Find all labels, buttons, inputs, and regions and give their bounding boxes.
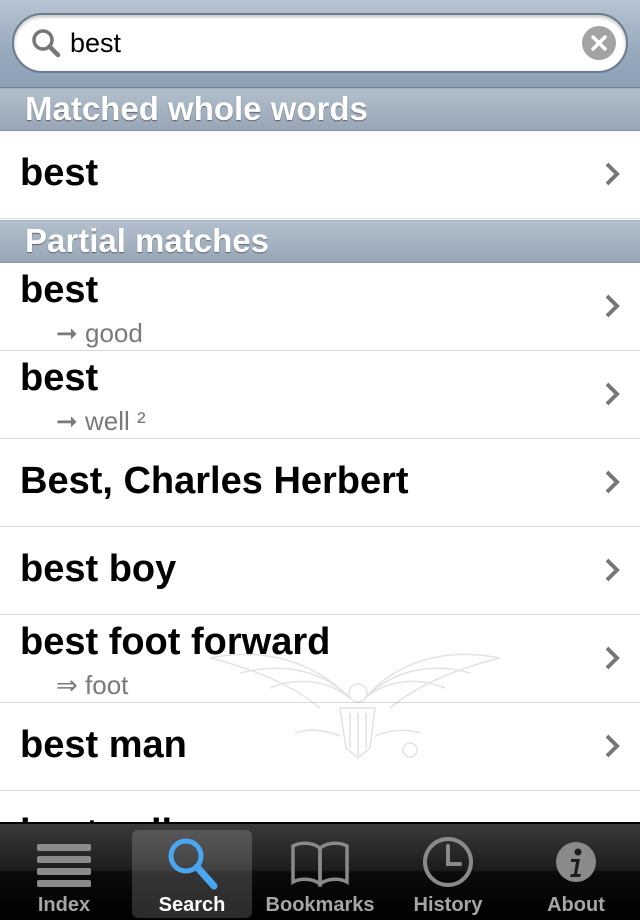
info-icon xyxy=(556,842,596,882)
tab-label: Bookmarks xyxy=(265,894,375,916)
search-icon xyxy=(32,29,61,58)
tab-label: History xyxy=(413,894,483,916)
result-crossref: ⇒ foot xyxy=(56,670,129,700)
clock-icon xyxy=(423,837,473,887)
index-icon xyxy=(37,844,91,887)
close-icon xyxy=(591,35,607,51)
section-header-whole-words: Matched whole words xyxy=(0,88,640,131)
result-row[interactable]: Best, Charles Herbert xyxy=(0,439,640,527)
search-input[interactable] xyxy=(70,21,530,65)
tab-label: Search xyxy=(158,894,226,916)
result-row[interactable]: best boy xyxy=(0,527,640,615)
result-row[interactable]: best man xyxy=(0,703,640,791)
tab-label: Index xyxy=(37,894,91,916)
result-row[interactable]: best foot forward ⇒ foot xyxy=(0,615,640,703)
chevron-right-icon xyxy=(605,382,620,406)
chevron-right-icon xyxy=(605,646,620,670)
result-title: best xyxy=(20,269,99,311)
search-field[interactable] xyxy=(12,13,628,73)
result-title: best foot forward xyxy=(20,621,331,663)
chevron-right-icon xyxy=(605,734,620,758)
book-icon xyxy=(291,841,349,888)
chevron-right-icon xyxy=(605,558,620,582)
chevron-right-icon xyxy=(605,294,620,318)
search-bar xyxy=(0,0,640,88)
result-title: best xyxy=(20,152,99,194)
result-crossref: ➞ good xyxy=(56,318,143,348)
clear-search-button[interactable] xyxy=(582,26,616,60)
tab-about[interactable]: About xyxy=(516,830,636,918)
result-title: Best, Charles Herbert xyxy=(20,460,409,502)
tab-label: About xyxy=(547,894,605,916)
result-row[interactable]: best xyxy=(0,131,640,219)
result-row[interactable]: best ➞ good xyxy=(0,263,640,351)
result-crossref: ➞ well ² xyxy=(56,406,146,436)
chevron-right-icon xyxy=(605,162,620,186)
section-header-partial-matches: Partial matches xyxy=(0,220,640,263)
result-title: best xyxy=(20,357,99,399)
tab-index[interactable]: Index xyxy=(4,830,124,918)
tab-bar: Index Search Bookmarks History About xyxy=(0,822,640,920)
tab-search[interactable]: Search xyxy=(132,830,252,918)
result-title: best man xyxy=(20,724,187,766)
tab-bookmarks[interactable]: Bookmarks xyxy=(260,830,380,918)
tab-history[interactable]: History xyxy=(388,830,508,918)
result-row[interactable]: best ➞ well ² xyxy=(0,351,640,439)
search-icon xyxy=(168,838,218,890)
result-title: best boy xyxy=(20,548,177,590)
chevron-right-icon xyxy=(605,470,620,494)
